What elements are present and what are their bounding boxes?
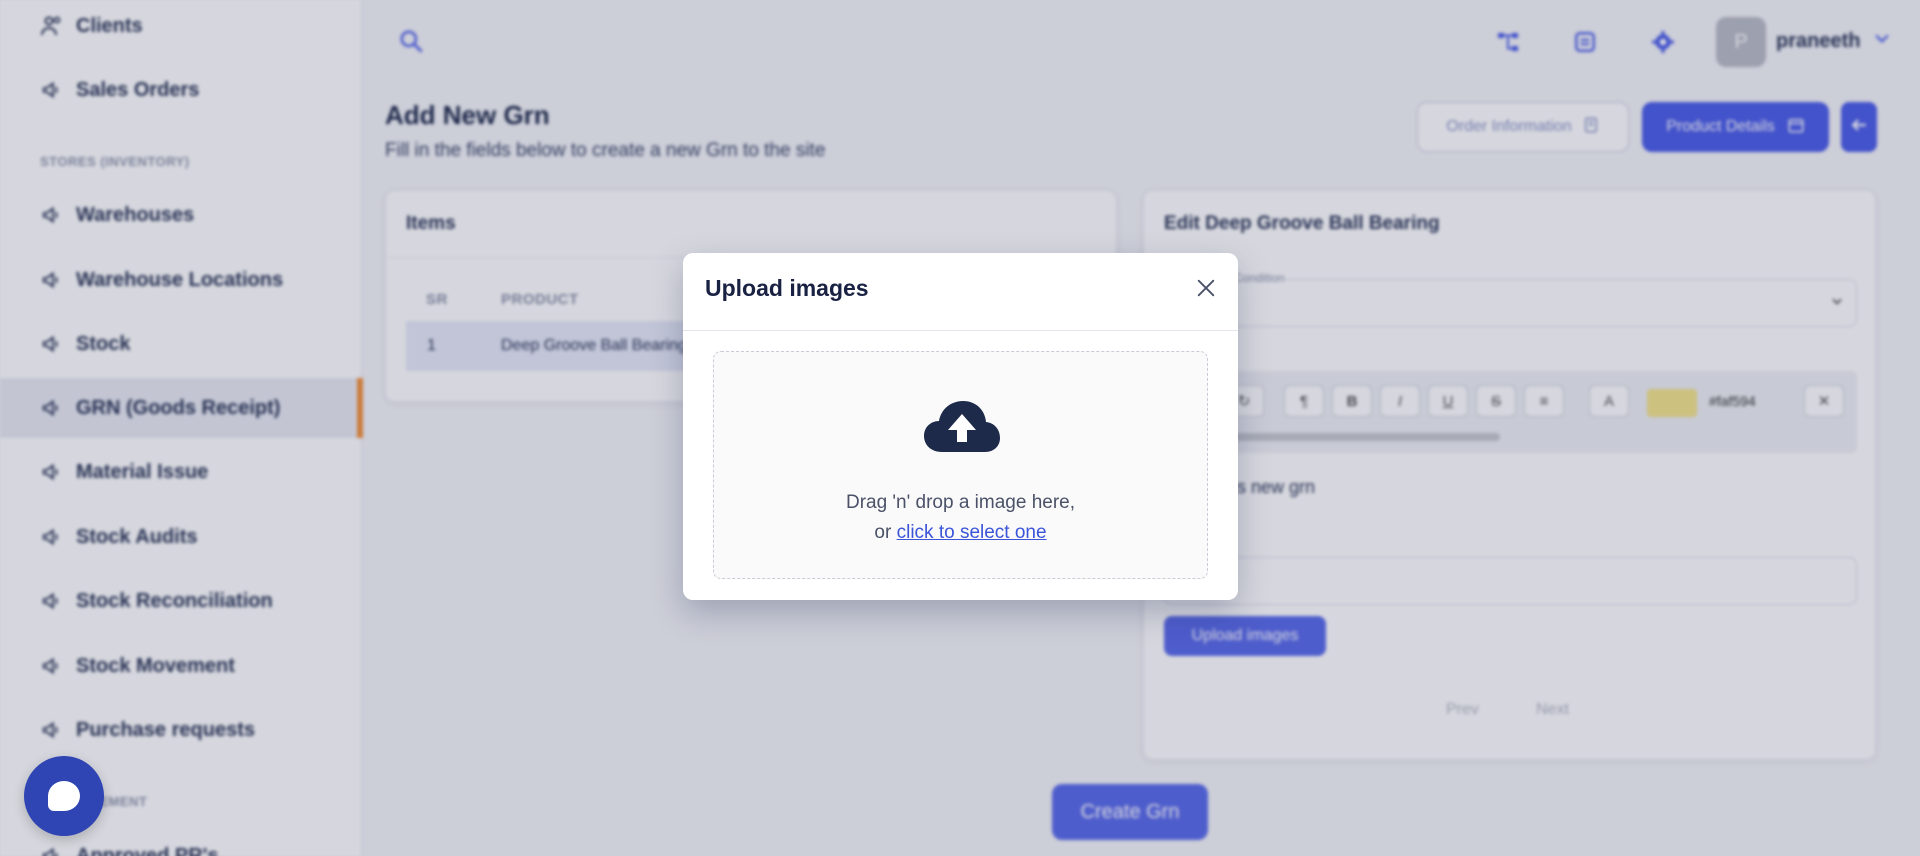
- chat-icon: [48, 781, 80, 811]
- cloud-upload-icon: [922, 398, 1002, 454]
- dropzone-select-line: or click to select one: [714, 518, 1207, 548]
- modal-title: Upload images: [705, 275, 869, 301]
- dropzone-or: or: [874, 522, 892, 543]
- dropzone-text: Drag 'n' drop a image here, or click to …: [714, 488, 1207, 548]
- divider: [683, 330, 1238, 331]
- dropzone-instruction: Drag 'n' drop a image here,: [845, 492, 1076, 513]
- upload-images-modal: Upload images Drag 'n' drop a image here…: [683, 253, 1238, 600]
- close-icon: [1197, 279, 1215, 297]
- chat-launcher-button[interactable]: [24, 756, 104, 836]
- close-button[interactable]: [1189, 271, 1223, 305]
- select-file-link[interactable]: click to select one: [897, 522, 1047, 543]
- image-dropzone[interactable]: Drag 'n' drop a image here, or click to …: [713, 351, 1208, 579]
